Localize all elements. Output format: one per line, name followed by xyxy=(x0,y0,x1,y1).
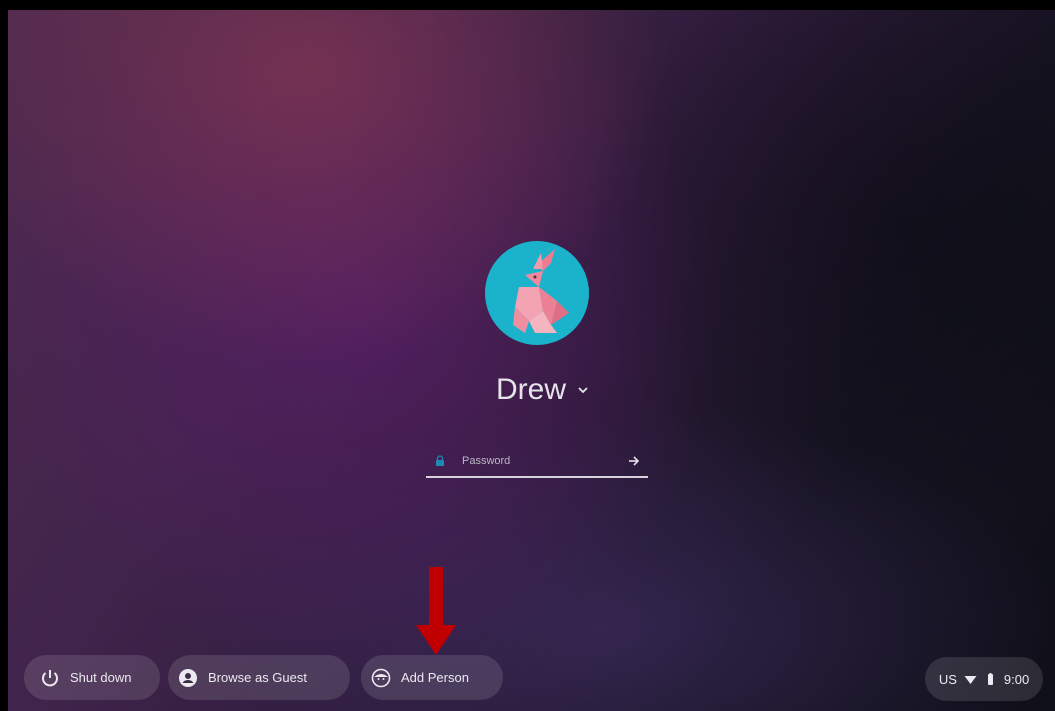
browse-as-guest-label: Browse as Guest xyxy=(208,670,307,685)
shut-down-button[interactable]: Shut down xyxy=(24,655,160,700)
status-tray[interactable]: US 9:00 xyxy=(925,657,1043,701)
login-screen: Drew Shut down Browse as Guest Add Perso… xyxy=(8,10,1055,711)
add-person-icon xyxy=(371,668,391,687)
shut-down-label: Shut down xyxy=(70,670,132,685)
password-input[interactable] xyxy=(446,454,626,468)
wifi-icon xyxy=(964,675,977,684)
clock: 9:00 xyxy=(1003,671,1030,687)
user-avatar[interactable] xyxy=(485,241,589,345)
rabbit-icon xyxy=(513,249,569,333)
lock-icon xyxy=(436,455,444,466)
arrow-right-icon[interactable] xyxy=(626,453,642,469)
user-selector[interactable]: Drew xyxy=(496,370,590,410)
user-name: Drew xyxy=(496,373,567,406)
guest-icon xyxy=(179,668,197,687)
password-field[interactable] xyxy=(426,446,648,478)
add-person-button[interactable]: Add Person xyxy=(361,655,503,700)
power-icon xyxy=(42,669,58,686)
red-arrow-annotation xyxy=(416,567,456,655)
browse-as-guest-button[interactable]: Browse as Guest xyxy=(168,655,350,700)
chevron-down-icon[interactable] xyxy=(576,383,590,397)
keyboard-layout: US xyxy=(938,671,957,687)
battery-icon xyxy=(987,672,993,685)
add-person-label: Add Person xyxy=(401,670,469,685)
